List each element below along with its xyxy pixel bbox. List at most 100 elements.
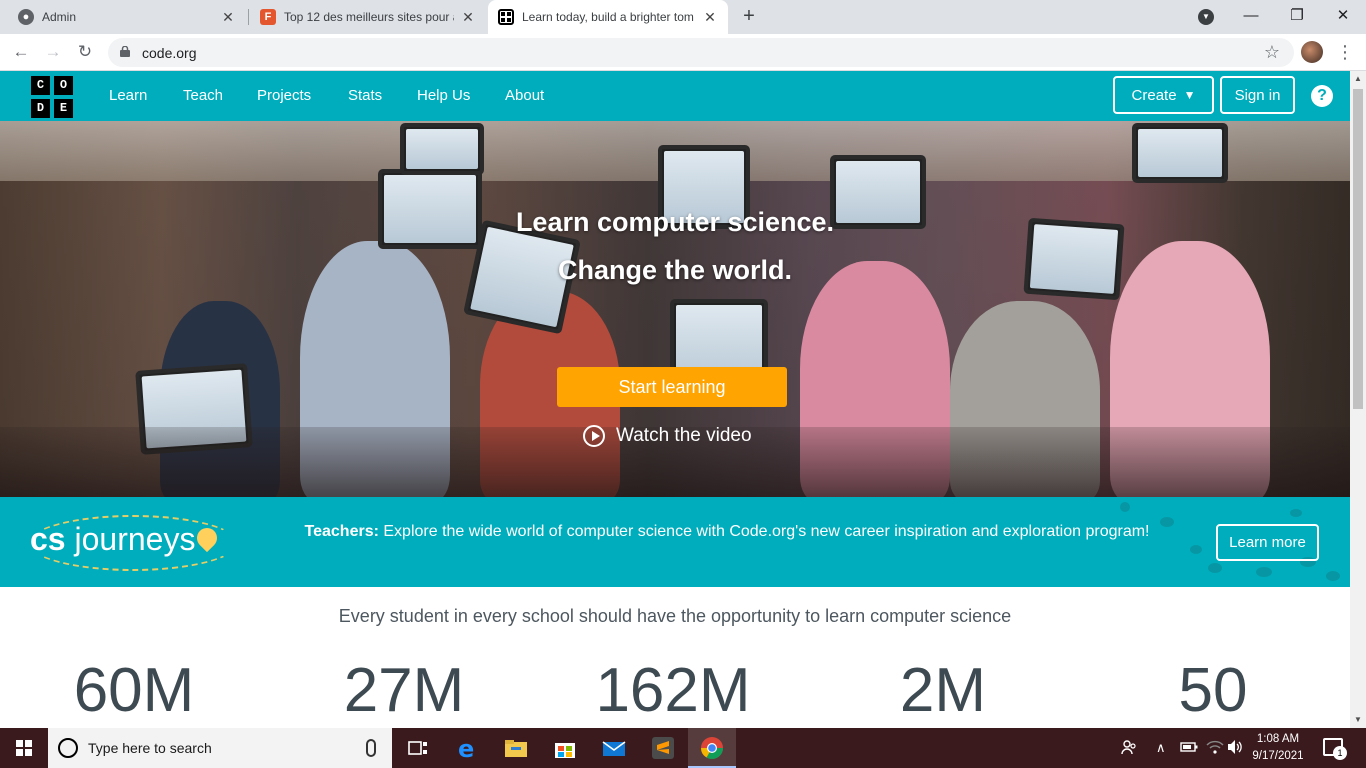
- stat-value: 2M: [899, 656, 987, 725]
- system-clock[interactable]: 1:08 AM 9/17/2021: [1240, 731, 1316, 765]
- file-explorer-icon[interactable]: [502, 734, 530, 762]
- nav-projects[interactable]: Projects: [257, 87, 311, 104]
- notification-count-badge: 1: [1333, 746, 1347, 760]
- microphone-icon[interactable]: [366, 739, 376, 757]
- stat-value: 27M: [343, 656, 465, 725]
- stat-value: 162M: [595, 656, 751, 725]
- cs-journeys-banner: cs journeys Teachers: Explore the wide w…: [0, 497, 1350, 587]
- bookmark-star-icon[interactable]: ☆: [1264, 42, 1280, 63]
- stat-value: 60M: [73, 656, 195, 725]
- decorative-dot: [1208, 563, 1222, 573]
- new-tab-button[interactable]: +: [738, 5, 760, 27]
- watch-video-label: Watch the video: [616, 425, 752, 446]
- people-icon[interactable]: [1120, 738, 1138, 759]
- sign-in-button[interactable]: Sign in: [1220, 76, 1295, 114]
- scrollbar-thumb[interactable]: [1353, 89, 1363, 409]
- tab-label: Admin: [42, 10, 77, 24]
- edge-browser-icon[interactable]: e: [454, 734, 482, 763]
- hero-title: Learn computer science. Change the world…: [0, 198, 1350, 294]
- page-viewport: C O D E Learn Teach Projects Stats Help …: [0, 71, 1350, 728]
- tab-separator: [248, 9, 249, 25]
- banner-body-text: Explore the wide world of computer scien…: [383, 523, 1150, 540]
- site-header: C O D E Learn Teach Projects Stats Help …: [0, 71, 1350, 121]
- clock-date: 9/17/2021: [1252, 750, 1304, 762]
- logo-letter: D: [31, 99, 50, 118]
- browser-tab-strip: ● Admin ✕ F Top 12 des meilleurs sites p…: [0, 0, 1366, 34]
- profile-avatar[interactable]: [1301, 41, 1323, 63]
- forward-arrow-icon[interactable]: →: [41, 40, 65, 64]
- close-icon[interactable]: ✕: [460, 9, 476, 26]
- cortana-circle-icon: [58, 738, 78, 758]
- nav-teach[interactable]: Teach: [183, 87, 223, 104]
- back-arrow-icon[interactable]: ←: [9, 40, 33, 64]
- nav-stats[interactable]: Stats: [348, 87, 382, 104]
- create-button[interactable]: Create ▼: [1113, 76, 1214, 114]
- f-favicon-icon: F: [260, 9, 276, 25]
- teachers-label: Teachers:: [304, 523, 379, 540]
- watch-video-link[interactable]: Watch the video: [583, 425, 752, 447]
- chrome-icon: [698, 734, 726, 762]
- hero-photo-tablet: [400, 123, 484, 175]
- mail-icon[interactable]: [600, 734, 628, 762]
- screen: ● Admin ✕ F Top 12 des meilleurs sites p…: [0, 0, 1366, 768]
- decorative-dot: [1120, 502, 1130, 512]
- banner-message: Teachers: Explore the wide world of comp…: [288, 522, 1166, 542]
- hero-photo-tablet: [1132, 123, 1228, 183]
- tab-label: Learn today, build a brighter tom: [522, 10, 694, 24]
- decorative-dot: [1290, 509, 1302, 517]
- taskbar-search-box[interactable]: Type here to search: [48, 728, 392, 768]
- close-window-button[interactable]: ✕: [1320, 0, 1366, 34]
- page-scrollbar[interactable]: ▲ ▼: [1350, 71, 1366, 728]
- nav-learn[interactable]: Learn: [109, 87, 147, 104]
- help-icon[interactable]: ?: [1311, 85, 1333, 107]
- wifi-icon[interactable]: [1206, 740, 1224, 757]
- url-text: code.org: [142, 45, 197, 61]
- scroll-up-arrow-icon[interactable]: ▲: [1350, 71, 1366, 87]
- task-view-icon[interactable]: [404, 734, 432, 762]
- tab-top12[interactable]: F Top 12 des meilleurs sites pour ap ✕: [250, 0, 486, 34]
- microsoft-store-icon[interactable]: [551, 734, 579, 762]
- windows-taskbar: Type here to search e ∧ 1:08 AM 9/17/202…: [0, 728, 1366, 768]
- hero-title-line2: Change the world.: [557, 255, 792, 285]
- search-placeholder: Type here to search: [88, 740, 212, 756]
- close-icon[interactable]: ✕: [220, 9, 236, 26]
- play-circle-icon: [583, 425, 605, 447]
- code-org-favicon-icon: [498, 9, 514, 25]
- svg-text:e: e: [458, 735, 474, 762]
- decorative-dot: [1190, 545, 1202, 554]
- close-icon[interactable]: ✕: [702, 9, 718, 26]
- battery-icon[interactable]: [1180, 741, 1198, 756]
- address-bar[interactable]: code.org ☆: [108, 38, 1294, 67]
- windows-logo-icon: [16, 740, 32, 756]
- clock-time: 1:08 AM: [1256, 733, 1300, 745]
- learn-more-button[interactable]: Learn more: [1216, 524, 1319, 561]
- stat-value: 50: [1178, 656, 1248, 725]
- tab-admin[interactable]: ● Admin ✕: [8, 0, 246, 34]
- start-learning-button[interactable]: Start learning: [557, 367, 787, 407]
- hero-section: Learn computer science. Change the world…: [0, 121, 1350, 497]
- hero-title-line1: Learn computer science.: [515, 207, 835, 237]
- cs-journeys-logo[interactable]: cs journeys: [28, 515, 238, 571]
- lock-icon: [120, 46, 130, 57]
- chevron-up-icon[interactable]: ∧: [1156, 740, 1166, 756]
- start-button[interactable]: [0, 728, 48, 768]
- caret-down-icon: ▼: [1183, 88, 1196, 102]
- maximize-button[interactable]: ❐: [1274, 0, 1320, 34]
- tab-label: Top 12 des meilleurs sites pour ap: [284, 10, 454, 24]
- create-label: Create: [1131, 86, 1177, 104]
- browser-toolbar: ← → ↻ code.org ☆: [0, 34, 1366, 71]
- minimize-button[interactable]: —: [1228, 0, 1274, 34]
- sublime-text-icon[interactable]: [649, 734, 677, 762]
- decorative-dot: [1256, 567, 1272, 577]
- logo-letter: C: [31, 76, 50, 95]
- globe-icon: ●: [18, 9, 34, 25]
- menu-kebab-icon[interactable]: ⋮: [1336, 40, 1354, 64]
- nav-help-us[interactable]: Help Us: [417, 87, 470, 104]
- download-icon[interactable]: ▼: [1198, 9, 1214, 25]
- code-org-logo[interactable]: C O D E: [31, 76, 73, 118]
- logo-letter: E: [54, 99, 73, 118]
- tab-code-org[interactable]: Learn today, build a brighter tom ✕: [488, 0, 728, 34]
- nav-about[interactable]: About: [505, 87, 544, 104]
- scroll-down-arrow-icon[interactable]: ▼: [1350, 712, 1366, 728]
- reload-icon[interactable]: ↻: [73, 40, 97, 64]
